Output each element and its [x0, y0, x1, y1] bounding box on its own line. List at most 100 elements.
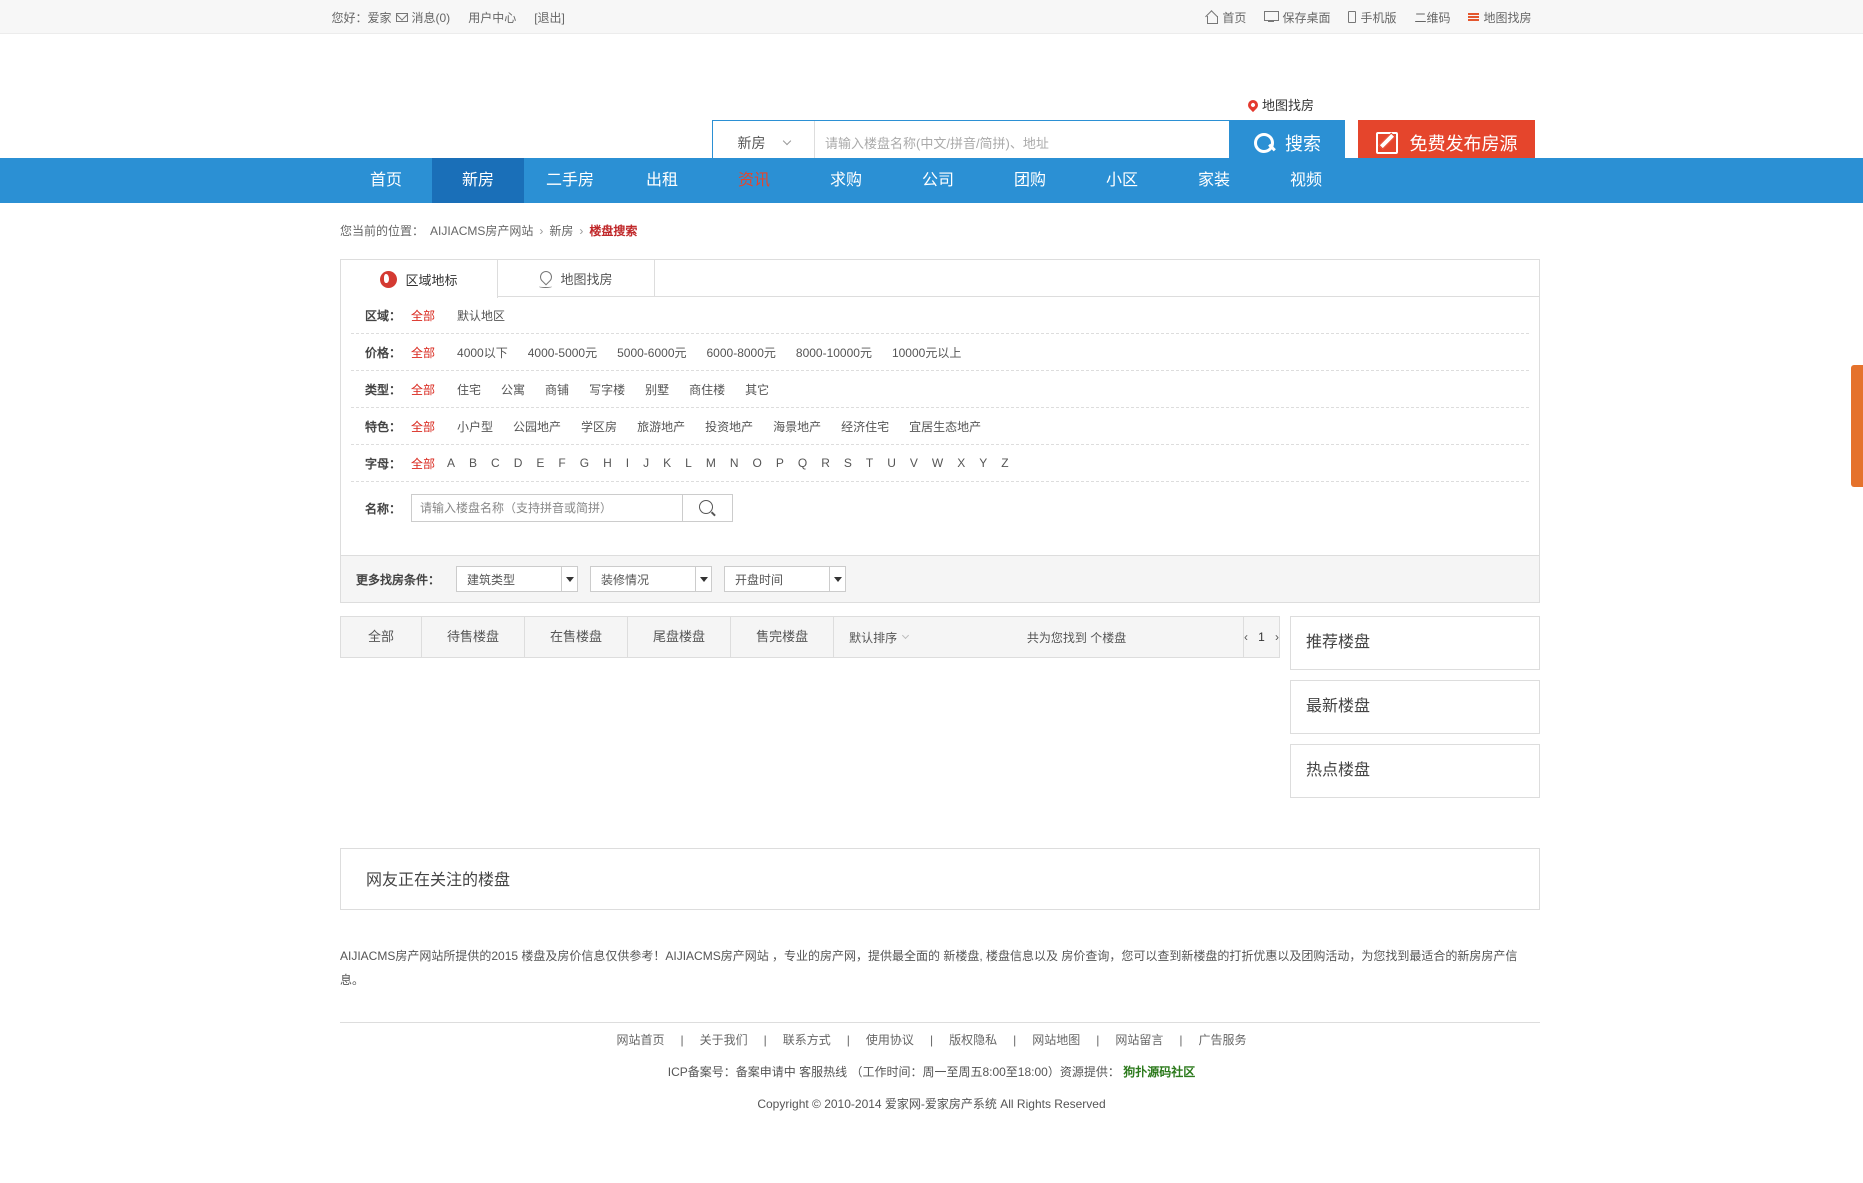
filter-letter-option[interactable]: U	[887, 456, 896, 470]
filter-option[interactable]: 全部	[411, 344, 435, 361]
nav-group-buy[interactable]: 团购	[984, 158, 1076, 203]
filter-letter-option[interactable]: P	[776, 456, 784, 470]
filter-letter-option[interactable]: M	[706, 456, 716, 470]
decoration-select[interactable]: 装修情况	[590, 566, 713, 592]
nav-video[interactable]: 视频	[1260, 158, 1352, 203]
filter-letter-option[interactable]: C	[491, 456, 500, 470]
filter-option[interactable]: 全部	[411, 418, 435, 435]
home-link[interactable]: 首页	[1205, 9, 1246, 26]
nav-second-hand[interactable]: 二手房	[524, 158, 616, 203]
open-time-select[interactable]: 开盘时间	[724, 566, 847, 592]
filter-option[interactable]: 4000-5000元	[528, 344, 597, 361]
mobile-link[interactable]: 手机版	[1348, 9, 1396, 26]
filter-letter-option[interactable]: G	[580, 456, 589, 470]
filter-option[interactable]: 全部	[411, 307, 435, 324]
filter-option[interactable]: 学区房	[581, 418, 617, 435]
floating-side-tab[interactable]	[1851, 365, 1863, 487]
filter-option[interactable]: 海景地产	[773, 418, 821, 435]
filter-option[interactable]: 旅游地产	[637, 418, 685, 435]
filter-letter-option[interactable]: X	[957, 456, 965, 470]
name-search-button[interactable]	[682, 495, 732, 521]
filter-letter-option[interactable]: N	[730, 456, 739, 470]
building-type-select[interactable]: 建筑类型	[456, 566, 579, 592]
filter-label: 名称：	[365, 501, 402, 516]
filter-letter-option[interactable]: L	[685, 456, 692, 470]
result-tab-sold-out[interactable]: 售完楼盘	[731, 617, 835, 657]
filter-option[interactable]: 6000-8000元	[707, 344, 776, 361]
map-find-top-link[interactable]: 地图找房	[1468, 9, 1532, 26]
tab-area[interactable]: 区域地标	[341, 260, 498, 298]
filter-letter-option[interactable]: A	[447, 456, 455, 470]
filter-letter-option[interactable]: Q	[798, 456, 807, 470]
filter-option[interactable]: 公寓	[501, 381, 525, 398]
source-link[interactable]: 狗扑源码社区	[1123, 1065, 1195, 1079]
save-desktop-link[interactable]: 保存桌面	[1264, 9, 1330, 26]
footer-link[interactable]: 广告服务	[1198, 1033, 1246, 1047]
nav-home[interactable]: 首页	[340, 158, 432, 203]
filter-option[interactable]: 小户型	[457, 418, 493, 435]
filter-letter-option[interactable]: Y	[979, 456, 987, 470]
nav-community[interactable]: 小区	[1076, 158, 1168, 203]
next-page-button[interactable]: ›	[1275, 630, 1279, 644]
breadcrumb-site[interactable]: AIJIACMS房产网站	[430, 222, 533, 239]
user-center-link[interactable]: 用户中心	[468, 9, 516, 26]
filter-option[interactable]: 全部	[411, 381, 435, 398]
footer-link[interactable]: 联系方式	[783, 1033, 831, 1047]
filter-letter-option[interactable]: I	[626, 456, 629, 470]
filter-letter-option[interactable]: Z	[1001, 456, 1008, 470]
logout-link[interactable]: [退出]	[534, 9, 565, 26]
filter-letter-option[interactable]: O	[752, 456, 761, 470]
filter-option[interactable]: 5000-6000元	[617, 344, 686, 361]
filter-letter-option[interactable]: W	[932, 456, 943, 470]
map-find-link[interactable]: 地图找房	[1245, 95, 1314, 114]
tab-map[interactable]: 地图找房	[498, 260, 655, 297]
filter-letter-option[interactable]: S	[844, 456, 852, 470]
nav-company[interactable]: 公司	[892, 158, 984, 203]
filter-option[interactable]: 10000元以上	[892, 344, 961, 361]
footer-link[interactable]: 关于我们	[700, 1033, 748, 1047]
result-tab-on-sale[interactable]: 在售楼盘	[525, 617, 629, 657]
filter-option[interactable]: 默认地区	[457, 307, 505, 324]
filter-letter-option[interactable]: D	[514, 456, 523, 470]
filter-letter-option[interactable]: K	[663, 456, 671, 470]
filter-letter-option[interactable]: R	[821, 456, 830, 470]
filter-option[interactable]: 经济住宅	[841, 418, 889, 435]
filter-option[interactable]: 其它	[745, 381, 769, 398]
filter-letter-option[interactable]: T	[866, 456, 873, 470]
nav-decoration[interactable]: 家装	[1168, 158, 1260, 203]
filter-letter-option[interactable]: V	[910, 456, 918, 470]
filter-option[interactable]: 别墅	[645, 381, 669, 398]
filter-option[interactable]: 住宅	[457, 381, 481, 398]
messages-link[interactable]: 消息(0)	[395, 9, 450, 26]
nav-rent[interactable]: 出租	[616, 158, 708, 203]
result-tab-tail[interactable]: 尾盘楼盘	[628, 617, 732, 657]
name-search-input[interactable]	[412, 495, 682, 521]
filter-letter-option[interactable]: E	[536, 456, 544, 470]
filter-option[interactable]: 公园地产	[513, 418, 561, 435]
filter-option[interactable]: 宜居生态地产	[909, 418, 981, 435]
footer-link[interactable]: 使用协议	[866, 1033, 914, 1047]
filter-option[interactable]: 写字楼	[589, 381, 625, 398]
filter-letter-option[interactable]: H	[603, 456, 612, 470]
footer-link[interactable]: 网站地图	[1032, 1033, 1080, 1047]
filter-letter-option[interactable]: J	[643, 456, 649, 470]
sort-select[interactable]: 默认排序	[834, 629, 989, 646]
qrcode-link[interactable]: 二维码	[1414, 9, 1450, 26]
result-tab-pending[interactable]: 待售楼盘	[422, 617, 526, 657]
filter-option[interactable]: 商铺	[545, 381, 569, 398]
filter-letter-option[interactable]: F	[558, 456, 565, 470]
filter-option[interactable]: 4000以下	[457, 344, 508, 361]
nav-wanted[interactable]: 求购	[800, 158, 892, 203]
nav-news[interactable]: 资讯	[708, 158, 800, 203]
filter-option[interactable]: 8000-10000元	[796, 344, 872, 361]
breadcrumb-section[interactable]: 新房	[549, 222, 573, 239]
nav-new-homes[interactable]: 新房	[432, 158, 524, 203]
filter-option[interactable]: 商住楼	[689, 381, 725, 398]
footer-link[interactable]: 版权隐私	[949, 1033, 997, 1047]
filter-option[interactable]: 投资地产	[705, 418, 753, 435]
footer-link[interactable]: 网站首页	[617, 1033, 665, 1047]
filter-letter-option[interactable]: 全部	[411, 455, 435, 472]
footer-link[interactable]: 网站留言	[1115, 1033, 1163, 1047]
filter-letter-option[interactable]: B	[469, 456, 477, 470]
result-tab-all[interactable]: 全部	[341, 617, 423, 657]
